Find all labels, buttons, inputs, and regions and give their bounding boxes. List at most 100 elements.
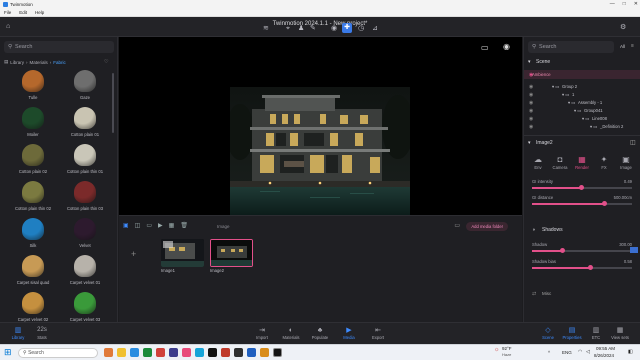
weather-temp[interactable]: 92°F	[502, 346, 512, 351]
material-item[interactable]: Velvet	[62, 218, 108, 248]
menu-edit[interactable]: Edit	[19, 10, 27, 15]
globe-icon[interactable]: ◉	[331, 25, 337, 32]
breadcrumb-library[interactable]: Library	[10, 60, 24, 65]
task-view-icon[interactable]	[104, 348, 113, 357]
store-icon[interactable]	[143, 348, 152, 357]
panel-toggle-icon[interactable]: ▭	[481, 43, 489, 52]
app-icon-10[interactable]	[221, 348, 230, 357]
minimize-button[interactable]: —	[610, 1, 615, 7]
visibility-eye-icon[interactable]: ◉	[529, 108, 533, 114]
visibility-eye-icon[interactable]: ◉	[529, 84, 533, 90]
slider-value[interactable]: 500.00cm	[614, 195, 632, 200]
slider-knob[interactable]	[587, 265, 593, 270]
stats-button[interactable]: 22s Stats	[26, 326, 58, 340]
tree-row[interactable]: ◉ ▾ ▭ _Definition 2	[524, 122, 640, 131]
material-item[interactable]: Cotton plain 02	[10, 144, 56, 174]
add-button[interactable]: ✚	[342, 23, 352, 33]
delete-icon[interactable]: 🗑	[180, 222, 188, 229]
app-icon-8[interactable]	[195, 348, 204, 357]
close-button[interactable]: ✕	[634, 1, 638, 7]
material-item[interactable]: Tulle	[10, 70, 56, 100]
tray-chevron-icon[interactable]: ^	[548, 350, 550, 355]
material-item[interactable]: Carpet sisal quad	[10, 255, 56, 285]
media-button[interactable]: ▶ Media	[333, 326, 365, 340]
app-icon-7[interactable]	[182, 348, 191, 357]
media-thumbnail-1[interactable]	[161, 239, 204, 267]
app-icon-13[interactable]	[260, 348, 269, 357]
camera-tab-icon[interactable]: ◫	[135, 222, 141, 229]
filter-icon[interactable]: ≡	[631, 43, 634, 49]
menu-file[interactable]: File	[4, 10, 11, 15]
visibility-eye-icon[interactable]: ◉	[529, 92, 533, 98]
media-thumbnail-2[interactable]	[210, 239, 253, 267]
material-item[interactable]: Gaze	[62, 70, 108, 100]
slider-knob[interactable]	[601, 201, 607, 206]
import-button[interactable]: ⇥ Import	[246, 326, 278, 340]
tab-render[interactable]: ▦ Render	[572, 155, 592, 170]
slider-knob[interactable]	[578, 185, 584, 190]
phasing-tab-icon[interactable]: ▦	[169, 222, 175, 229]
tab-fx[interactable]: ✦ FX	[594, 155, 614, 170]
visibility-eye-icon[interactable]: ◉	[529, 116, 533, 122]
slider-knob[interactable]	[559, 248, 565, 253]
notification-icon[interactable]: ◧	[628, 349, 633, 355]
material-item[interactable]: Carpet velvet 01	[62, 255, 108, 285]
select-tool-icon[interactable]: ⌖	[286, 25, 290, 32]
app-icon-12[interactable]	[247, 348, 256, 357]
tab-image[interactable]: ▣ Image	[616, 155, 636, 170]
settings-icon[interactable]: ⚙	[620, 24, 626, 31]
twinmotion-taskbar-icon[interactable]	[273, 348, 282, 357]
folder-icon[interactable]: ▭	[454, 222, 460, 229]
mail-icon[interactable]	[130, 348, 139, 357]
volume-icon[interactable]: ◁	[586, 349, 590, 355]
people-icon[interactable]: ♟	[298, 25, 304, 32]
add-media-icon[interactable]: +	[131, 249, 136, 259]
scene-search[interactable]: ⚲ Search	[528, 41, 614, 53]
clock-date[interactable]: 8/26/2024	[594, 353, 614, 358]
tree-row[interactable]: ◉ Ambience	[524, 70, 640, 79]
clock-icon[interactable]: ◷	[358, 25, 364, 32]
material-item[interactable]: Cotton plain thin 02	[10, 181, 56, 211]
expand-icon[interactable]: ◫	[630, 139, 636, 146]
clock-time[interactable]: 09:55 AM	[596, 346, 615, 351]
language-indicator[interactable]: ENG	[562, 350, 572, 355]
material-item[interactable]: Cotton plain thin 03	[62, 181, 108, 211]
slider-value[interactable]: 0.49	[624, 179, 632, 184]
breadcrumb-fabric[interactable]: Fabric	[53, 60, 66, 65]
populate-button[interactable]: ♣ Populate	[304, 326, 336, 340]
library-scrollbar[interactable]	[112, 73, 114, 133]
visibility-eye-icon[interactable]: ◉	[529, 124, 533, 130]
favorite-icon[interactable]: ♡	[104, 59, 108, 65]
breadcrumb-materials[interactable]: Materials	[30, 60, 48, 65]
library-search[interactable]: ⚲ Search	[4, 41, 114, 53]
app-icon-11[interactable]	[234, 348, 243, 357]
viewport[interactable]: ▭ ◉	[119, 37, 522, 215]
image-props-collapse-icon[interactable]: ▾	[528, 140, 531, 146]
material-item[interactable]: Carpet velvet 03	[62, 292, 108, 322]
image-tab-icon[interactable]: ▣	[123, 222, 129, 229]
chrome-icon[interactable]	[156, 348, 165, 357]
material-item[interactable]: Moiler	[10, 107, 56, 137]
menu-help[interactable]: Help	[35, 10, 44, 15]
maximize-button[interactable]: □	[623, 1, 626, 7]
wifi-icon[interactable]: ◠	[578, 349, 582, 355]
taskbar-search[interactable]: ⚲ Search	[18, 348, 98, 358]
scene-filter[interactable]: All	[620, 44, 625, 49]
layers-icon[interactable]: ≋	[263, 25, 269, 32]
windows-start-icon[interactable]: ⊞	[4, 347, 12, 358]
visibility-eye-icon[interactable]: ◉	[529, 100, 533, 106]
panorama-tab-icon[interactable]: ▭	[146, 222, 152, 229]
paint-icon[interactable]: ✎	[310, 25, 316, 32]
tab-camera[interactable]: ◘ Camera	[550, 155, 570, 170]
scene-collapse-icon[interactable]: ▾	[528, 59, 531, 65]
video-tab-icon[interactable]: ▶	[158, 222, 163, 229]
material-item[interactable]: Silk	[10, 218, 56, 248]
slider-value[interactable]: 0.58	[624, 259, 632, 264]
material-item[interactable]: Cotton plain 01	[62, 107, 108, 137]
app-icon-6[interactable]	[169, 348, 178, 357]
snap-icon[interactable]: ⊿	[372, 25, 378, 32]
app-icon-9[interactable]	[208, 348, 217, 357]
add-media-folder-button[interactable]: Add media folder	[466, 222, 508, 231]
material-item[interactable]: Cotton plain thin 01	[62, 144, 108, 174]
export-button[interactable]: ⇤ Export	[362, 326, 394, 340]
